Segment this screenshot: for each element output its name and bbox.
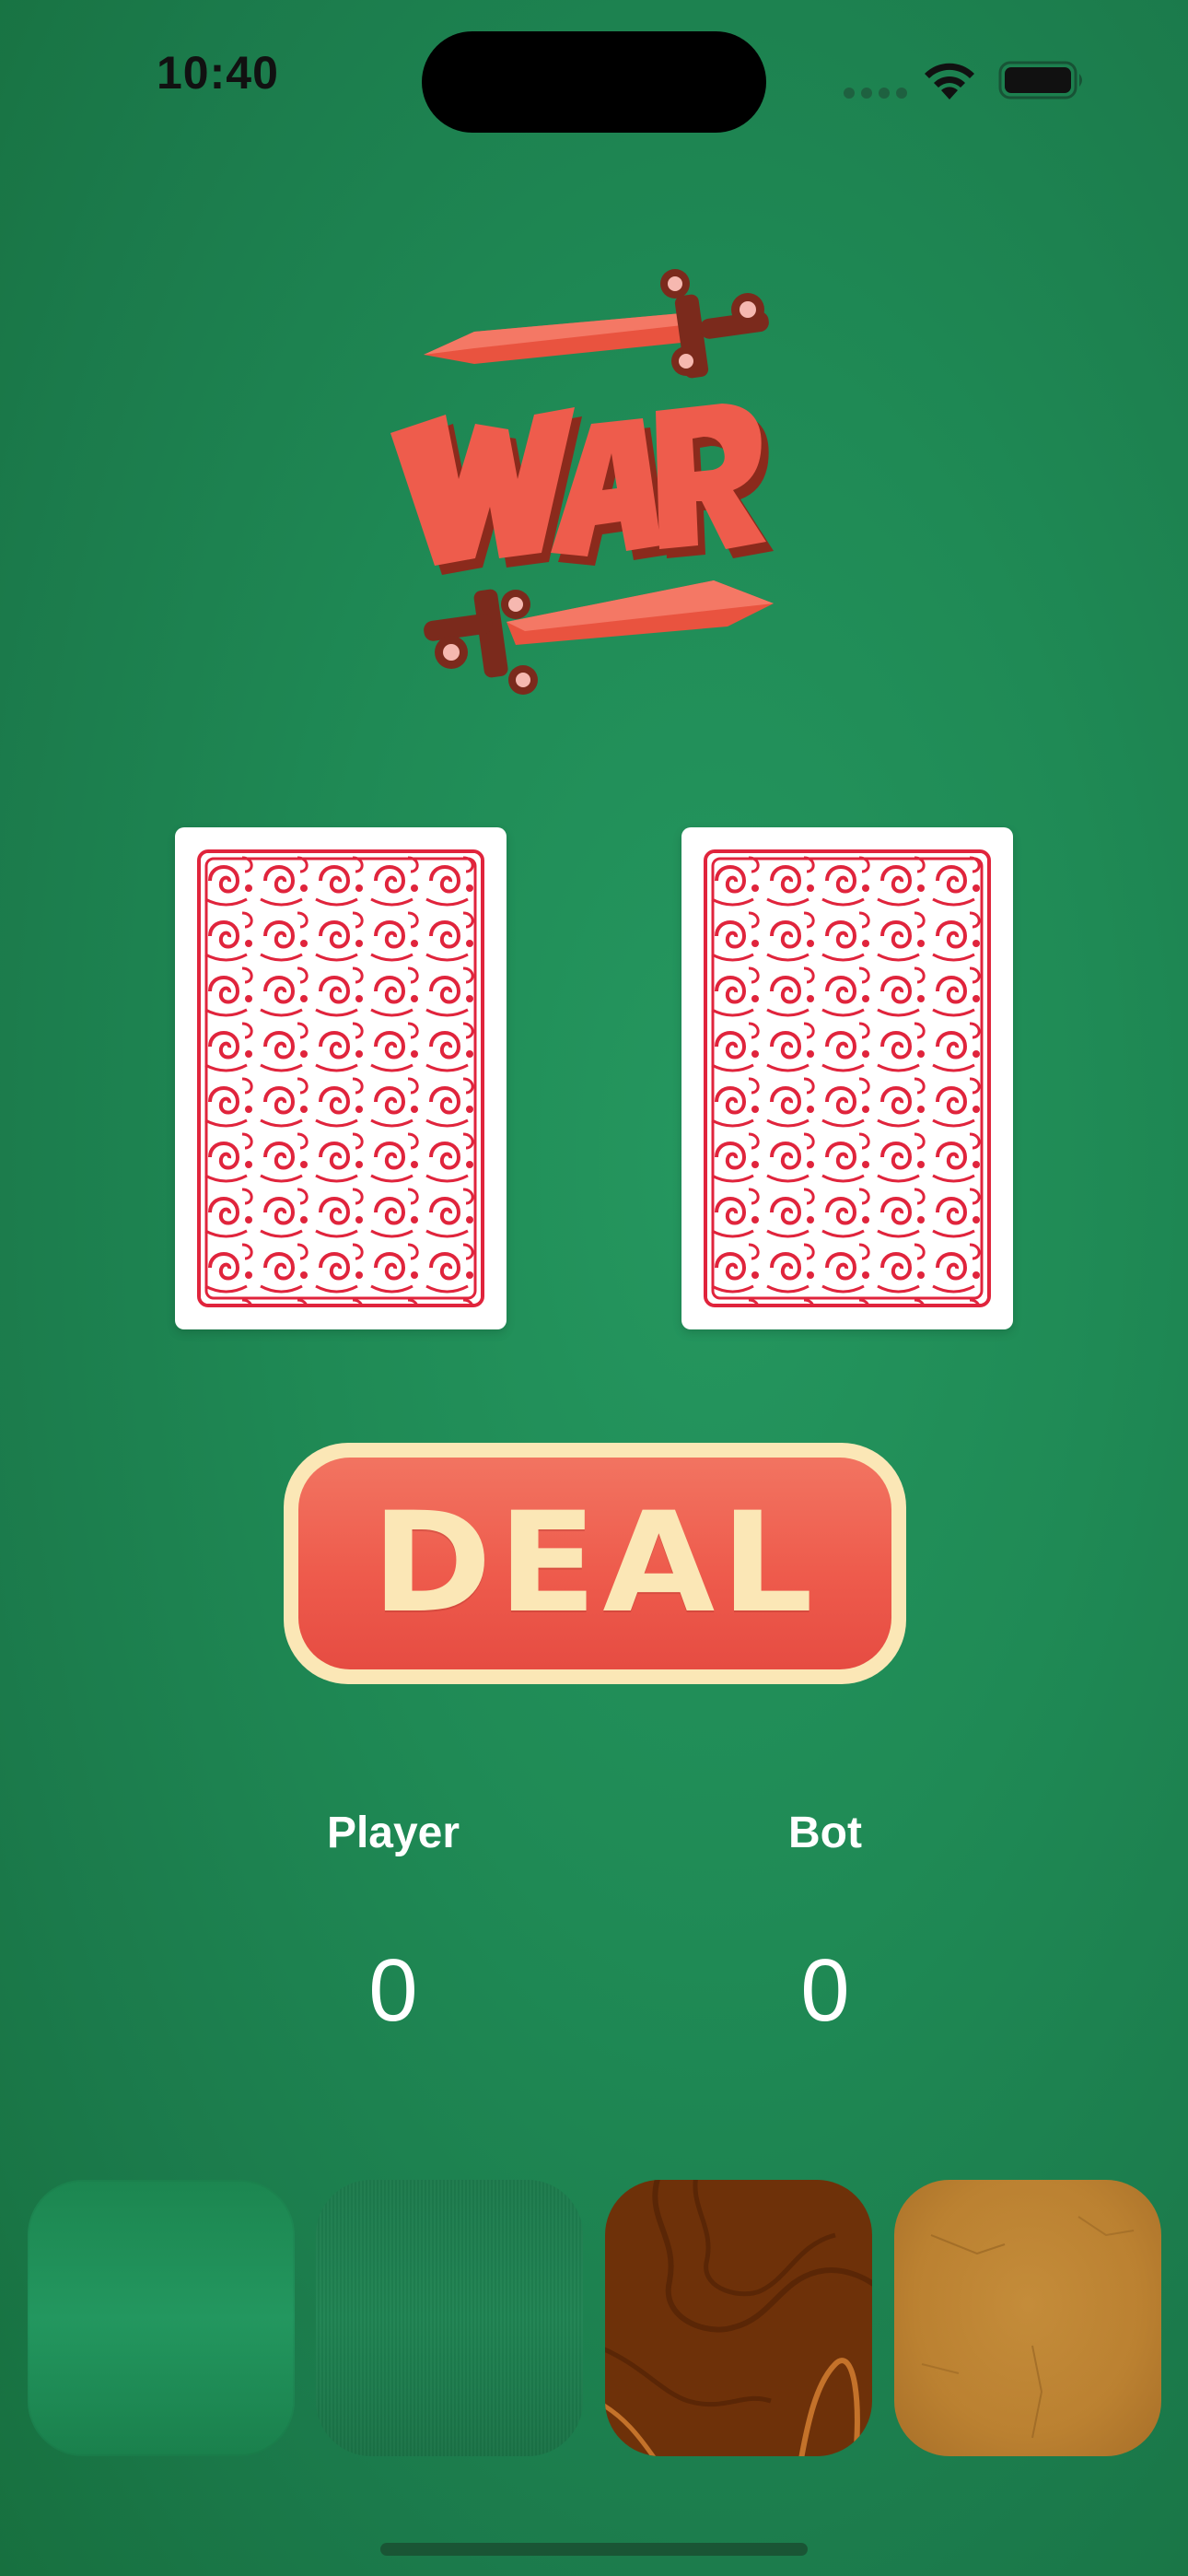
wood-grain-pattern xyxy=(605,2180,872,2456)
background-option-felt[interactable] xyxy=(316,2180,583,2456)
card-back-pattern xyxy=(704,849,991,1307)
home-indicator[interactable] xyxy=(380,2543,808,2556)
bottom-sword-icon xyxy=(424,580,774,695)
wifi-icon xyxy=(921,59,978,104)
bot-card xyxy=(681,827,1013,1329)
bot-score: 0 xyxy=(800,1941,850,2040)
battery-icon xyxy=(998,61,1087,104)
player-card xyxy=(175,827,507,1329)
parchment-texture xyxy=(921,2216,1135,2439)
deal-button[interactable]: DEAL xyxy=(284,1443,906,1684)
background-option-green[interactable] xyxy=(28,2180,295,2456)
dynamic-island xyxy=(422,31,766,133)
background-option-parchment[interactable] xyxy=(894,2180,1161,2456)
cellular-signal-icon xyxy=(843,87,909,104)
card-back-pattern xyxy=(197,849,484,1307)
bot-score-label: Bot xyxy=(788,1809,862,1857)
background-option-wood[interactable] xyxy=(605,2180,872,2456)
player-score-label: Player xyxy=(326,1809,460,1857)
status-time: 10:40 xyxy=(157,47,279,99)
deal-button-label: DEAL xyxy=(371,1483,819,1644)
status-bar: 10:40 xyxy=(0,0,1188,157)
war-wordmark xyxy=(390,404,774,575)
deal-button-face[interactable]: DEAL xyxy=(298,1458,891,1669)
war-logo xyxy=(387,258,792,700)
player-score: 0 xyxy=(368,1941,418,2040)
top-sword-icon xyxy=(424,269,769,379)
